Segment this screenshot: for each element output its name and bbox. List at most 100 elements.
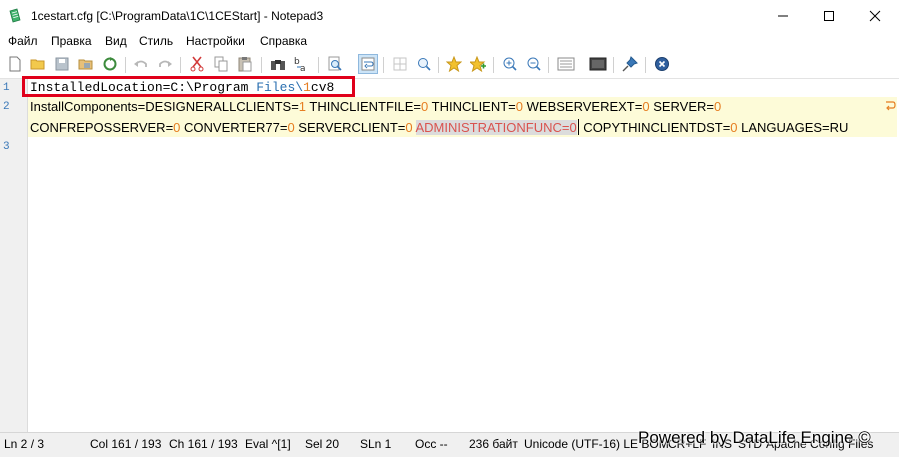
code-key: InstallComponents=DESIGNERALLCLIENTS= [30,99,299,114]
close-icon [869,10,881,21]
undo-icon [134,60,147,67]
word-wrap-marker-icon [886,101,896,111]
status-column[interactable]: Col 161 / 193 [90,437,161,451]
find-button[interactable] [268,54,288,74]
new-file-icon [9,56,21,72]
menu-file[interactable]: Файл [8,34,38,48]
save-as-icon [78,59,93,70]
toolbar-separator [261,57,262,73]
line-number: 1 [3,82,10,94]
code-key: SERVERCLIENT= [294,120,406,135]
zoom-out-button[interactable] [524,54,544,74]
watermark: Powered by DataLife Engine © [638,428,871,447]
exit-button[interactable] [652,54,672,74]
line-number-gutter [0,79,28,432]
grid-icon [393,57,407,71]
close-button[interactable] [852,0,898,31]
open-folder-icon [30,59,45,70]
code-line-2-part-2[interactable]: CONFREPOSSERVER= 0 CONVERTER77= 0 SERVERCL… [30,119,848,135]
code-value: 0 [642,99,650,114]
copy-icon [214,56,228,72]
schemes-button[interactable] [556,54,576,74]
refresh-icon [103,57,117,71]
status-occurrences[interactable]: Occ -- [415,437,448,451]
menu-settings[interactable]: Настройки [186,34,245,48]
line-number: 3 [3,141,10,153]
toolbar-separator [438,57,439,73]
paste-button[interactable] [235,54,255,74]
menu-style[interactable]: Стиль [139,34,173,48]
toolbar-separator [613,57,614,73]
code-key: CONFREPOSSERVER= [30,120,174,135]
scissors-icon [190,56,204,72]
code-key: COPYTHINCLIENTDST= [579,120,731,135]
status-selection[interactable]: Sel 20 [305,437,339,451]
code-value: 0 [405,120,413,135]
status-line[interactable]: Ln 2 / 3 [4,437,44,451]
status-file-size: 236 байт [469,437,518,451]
menu-help[interactable]: Справка [260,34,307,48]
cut-button[interactable] [187,54,207,74]
open-file-button[interactable] [28,54,48,74]
code-key: THINCLIENT= [428,99,516,114]
status-eval[interactable]: Eval ^[1] [245,437,291,451]
code-key: CONVERTER77= [180,120,288,135]
save-as-button[interactable] [76,54,96,74]
toolbar-separator [180,57,181,73]
svg-text:a: a [300,64,306,72]
selected-text: ADMINISTRATIONFUNC=0 [415,120,577,135]
long-line-marker-button[interactable] [390,54,410,74]
code-value: 0 [714,99,722,114]
code-key: WEBSERVEREXT= [523,99,643,114]
notepad3-app-icon [9,8,21,23]
minimize-icon [778,15,788,16]
code-value: 1 [298,99,307,114]
text-caret [577,119,579,135]
status-selected-lines[interactable]: SLn 1 [360,437,391,451]
monitor-icon [589,57,607,71]
code-key: LANGUAGES=RU [737,120,849,135]
redo-icon [159,60,172,67]
code-key: SERVER= [649,99,715,114]
star-icon [446,56,462,72]
replace-icon: ba [294,57,306,72]
magnifier-page-icon [328,56,342,71]
code-value: 0 [730,120,738,135]
copy-button[interactable] [211,54,231,74]
favorites-button[interactable] [444,54,464,74]
exit-circle-icon [655,57,669,71]
fullscreen-button[interactable] [588,54,608,74]
code-value: 0 [515,99,524,114]
toolbar-separator [493,57,494,73]
undo-button[interactable] [131,54,151,74]
zoom-in-icon [503,57,517,71]
pin-on-top-button[interactable] [620,54,640,74]
save-disk-icon [55,57,69,71]
minimize-button[interactable] [760,0,806,31]
menu-edit[interactable]: Правка [51,34,92,48]
zoom-search-icon [418,58,431,71]
binoculars-icon [271,60,285,70]
new-file-button[interactable] [5,54,25,74]
status-char[interactable]: Ch 161 / 193 [169,437,238,451]
code-key: THINCLIENTFILE= [306,99,422,114]
toolbar-separator [548,57,549,73]
redo-button[interactable] [155,54,175,74]
toolbar-separator [383,57,384,73]
zoom-in-button[interactable] [500,54,520,74]
zoom-text-button[interactable] [414,54,434,74]
toolbar-separator [318,57,319,73]
zoom-out-icon [527,57,541,71]
menu-view[interactable]: Вид [105,34,127,48]
add-favorite-button[interactable] [468,54,488,74]
highlight-annotation-box [22,76,355,97]
goto-button[interactable] [325,54,345,74]
replace-button[interactable]: ba [292,54,312,74]
maximize-button[interactable] [806,0,852,31]
pin-icon [622,56,638,72]
word-wrap-toggle[interactable] [358,54,378,74]
toolbar-separator [645,57,646,73]
revert-button[interactable] [100,54,120,74]
save-button[interactable] [52,54,72,74]
code-line-2-part-1[interactable]: InstallComponents=DESIGNERALLCLIENTS=1 T… [30,99,721,114]
